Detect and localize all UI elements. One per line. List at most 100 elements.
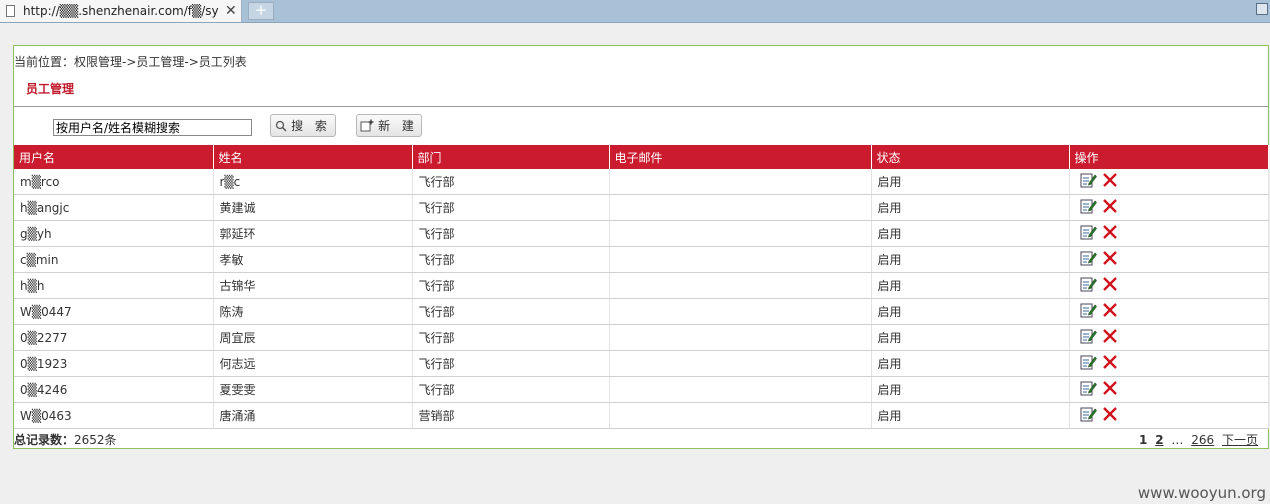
- cell-actions: [1069, 402, 1269, 429]
- cell-dept: 飞行部: [412, 194, 610, 221]
- cell-name: 何志远: [213, 350, 413, 377]
- search-button[interactable]: 搜 索: [270, 114, 336, 137]
- delete-icon[interactable]: [1102, 250, 1118, 269]
- cell-username: 0▒4246: [14, 376, 214, 403]
- cell-username: g▒yh: [14, 220, 214, 247]
- new-button-label: 新 建: [378, 119, 418, 133]
- total-value: 2652条: [74, 433, 117, 447]
- cell-status: 启用: [871, 246, 1070, 273]
- edit-icon[interactable]: [1080, 354, 1097, 373]
- table-row: 0▒2277 周宜辰 飞行部 启用: [14, 324, 1269, 351]
- next-page-link[interactable]: 下一页: [1222, 433, 1258, 447]
- window-menu-icon[interactable]: [1256, 3, 1268, 15]
- cell-email: [609, 220, 872, 247]
- search-button-label: 搜 索: [291, 119, 331, 133]
- cell-username: 0▒1923: [14, 350, 214, 377]
- edit-icon[interactable]: [1080, 380, 1097, 399]
- cell-name: 孝敏: [213, 246, 413, 273]
- delete-icon[interactable]: [1102, 198, 1118, 217]
- total-records: 总记录数：2652条: [14, 431, 117, 448]
- cell-actions: [1069, 376, 1269, 403]
- cell-name: 周宜辰: [213, 324, 413, 351]
- cell-dept: 飞行部: [412, 272, 610, 299]
- delete-icon[interactable]: [1102, 302, 1118, 321]
- delete-icon[interactable]: [1102, 354, 1118, 373]
- cell-actions: [1069, 324, 1269, 351]
- close-tab-icon[interactable]: ✕: [225, 3, 237, 19]
- cell-actions: [1069, 169, 1269, 195]
- cell-dept: 飞行部: [412, 169, 610, 195]
- cell-username: W▒0447: [14, 298, 214, 325]
- cell-name: 陈涛: [213, 298, 413, 325]
- new-tab-button[interactable]: +: [248, 2, 274, 20]
- divider: [14, 106, 1268, 107]
- cell-status: 启用: [871, 324, 1070, 351]
- header-name[interactable]: 姓名: [213, 145, 413, 169]
- delete-icon[interactable]: [1102, 380, 1118, 399]
- cell-status: 启用: [871, 220, 1070, 247]
- cell-dept: 飞行部: [412, 298, 610, 325]
- cell-actions: [1069, 194, 1269, 221]
- edit-icon[interactable]: [1080, 406, 1097, 425]
- cell-username: m▒rco: [14, 169, 214, 195]
- cell-status: 启用: [871, 376, 1070, 403]
- table-header-row: 用户名 姓名 部门 电子邮件 状态 操作: [14, 145, 1269, 169]
- page-1[interactable]: 1: [1139, 433, 1147, 447]
- edit-icon[interactable]: [1080, 328, 1097, 347]
- cell-status: 启用: [871, 194, 1070, 221]
- cell-email: [609, 324, 872, 351]
- table-row: 0▒4246 夏雯雯 飞行部 启用: [14, 376, 1269, 403]
- new-button[interactable]: 新 建: [356, 114, 422, 137]
- cell-actions: [1069, 298, 1269, 325]
- cell-status: 启用: [871, 169, 1070, 195]
- table-row: m▒rco r▒c 飞行部 启用: [14, 169, 1269, 195]
- edit-icon[interactable]: [1080, 198, 1097, 217]
- table-row: W▒0463 唐涌涌 营销部 启用: [14, 402, 1269, 429]
- cell-dept: 飞行部: [412, 324, 610, 351]
- cell-email: [609, 298, 872, 325]
- cell-username: W▒0463: [14, 402, 214, 429]
- cell-status: 启用: [871, 402, 1070, 429]
- edit-icon[interactable]: [1080, 172, 1097, 191]
- breadcrumb: 当前位置：权限管理->员工管理->员工列表: [14, 55, 247, 69]
- table-row: h▒h 古锦华 飞行部 启用: [14, 272, 1269, 299]
- cell-actions: [1069, 220, 1269, 247]
- cell-name: 唐涌涌: [213, 402, 413, 429]
- cell-email: [609, 246, 872, 273]
- edit-icon[interactable]: [1080, 276, 1097, 295]
- delete-icon[interactable]: [1102, 328, 1118, 347]
- cell-username: c▒min: [14, 246, 214, 273]
- delete-icon[interactable]: [1102, 172, 1118, 191]
- edit-icon[interactable]: [1080, 250, 1097, 269]
- cell-dept: 营销部: [412, 402, 610, 429]
- cell-email: [609, 376, 872, 403]
- cell-email: [609, 350, 872, 377]
- cell-dept: 飞行部: [412, 376, 610, 403]
- cell-dept: 飞行部: [412, 220, 610, 247]
- watermark: www.wooyun.org: [1137, 484, 1266, 502]
- page-ellipsis: …: [1171, 433, 1184, 447]
- add-icon: [360, 119, 374, 132]
- tab-url: http://▒▒.shenzhenair.com/f▒/sys: [23, 4, 219, 18]
- header-username[interactable]: 用户名: [14, 145, 214, 169]
- delete-icon[interactable]: [1102, 276, 1118, 295]
- edit-icon[interactable]: [1080, 302, 1097, 321]
- delete-icon[interactable]: [1102, 406, 1118, 425]
- content-panel: 当前位置：权限管理->员工管理->员工列表 员工管理 搜 索 新 建 用户名 姓…: [13, 45, 1269, 449]
- page-last[interactable]: 266: [1191, 433, 1214, 447]
- employee-table: 用户名 姓名 部门 电子邮件 状态 操作 m▒rco r▒c 飞行部 启用 h▒angj…: [14, 145, 1269, 429]
- delete-icon[interactable]: [1102, 224, 1118, 243]
- cell-name: 夏雯雯: [213, 376, 413, 403]
- cell-dept: 飞行部: [412, 350, 610, 377]
- edit-icon[interactable]: [1080, 224, 1097, 243]
- cell-email: [609, 272, 872, 299]
- page-2[interactable]: 2: [1155, 433, 1163, 447]
- pagination: 1 2 … 266 下一页: [1135, 431, 1258, 448]
- browser-tab[interactable]: http://▒▒.shenzhenair.com/f▒/sys ✕: [0, 0, 242, 22]
- search-input[interactable]: [53, 119, 252, 136]
- table-row: c▒min 孝敏 飞行部 启用: [14, 246, 1269, 273]
- header-status[interactable]: 状态: [871, 145, 1070, 169]
- header-email[interactable]: 电子邮件: [609, 145, 872, 169]
- cell-name: 古锦华: [213, 272, 413, 299]
- header-dept[interactable]: 部门: [412, 145, 610, 169]
